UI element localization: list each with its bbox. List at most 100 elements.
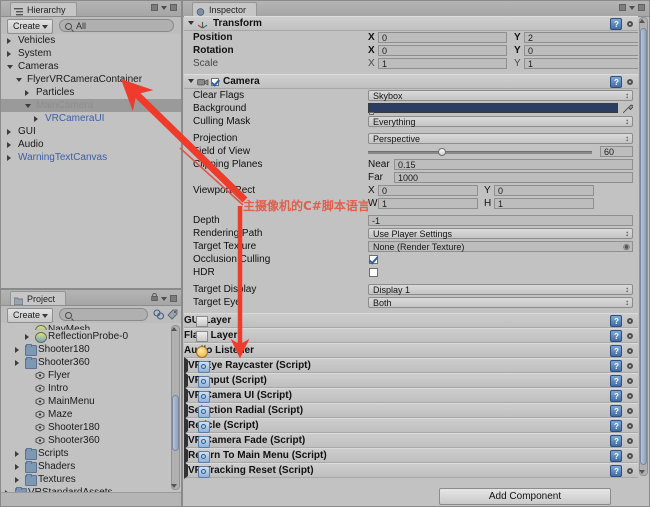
foldout-closed-icon[interactable] (15, 451, 19, 457)
target-eye-dropdown[interactable]: Both (368, 297, 633, 308)
background-color-swatch[interactable] (368, 103, 618, 115)
inspector-scrollbar[interactable] (639, 17, 648, 476)
hierarchy-item-vehicles[interactable]: Vehicles (1, 34, 181, 47)
hierarchy-item-cameras[interactable]: Cameras (1, 60, 181, 73)
viewport-x-input[interactable]: 0 (378, 185, 478, 196)
projection-dropdown[interactable]: Perspective (368, 133, 633, 144)
gear-icon[interactable] (625, 406, 635, 416)
help-icon[interactable] (610, 435, 622, 448)
help-icon[interactable] (610, 18, 622, 31)
hierarchy-item-particles[interactable]: Particles (1, 86, 181, 99)
gear-icon[interactable] (625, 451, 635, 461)
component-header-flare-layer[interactable]: Flare Layer (184, 328, 638, 343)
panel-menu-icon[interactable] (629, 5, 635, 10)
project-scrollbar-thumb[interactable] (172, 395, 179, 451)
foldout-closed-icon[interactable] (25, 90, 29, 96)
help-icon[interactable] (610, 420, 622, 433)
help-icon[interactable] (610, 405, 622, 418)
foldout-closed-icon[interactable] (7, 155, 11, 161)
camera-enabled-checkbox[interactable] (211, 78, 219, 86)
foldout-closed-icon[interactable] (15, 464, 19, 470)
component-header-return-to-main-menu[interactable]: Return To Main Menu (Script) (184, 447, 638, 464)
component-header-vr-tracking-reset[interactable]: VR Tracking Reset (Script) (184, 462, 638, 479)
hierarchy-tree[interactable]: Vehicles System Cameras FlyerVRCameraContai… (1, 34, 181, 288)
target-texture-objectfield[interactable]: None (Render Texture) (368, 241, 633, 252)
tab-hierarchy[interactable]: Hierarchy (10, 2, 77, 16)
project-item-mainmenu[interactable]: MainMenu (1, 395, 181, 408)
help-icon[interactable] (610, 465, 622, 478)
hierarchy-create-button[interactable]: Create (7, 19, 54, 34)
foldout-closed-icon[interactable] (15, 347, 19, 353)
target-display-dropdown[interactable]: Display 1 (368, 284, 633, 295)
filter-by-label-icon[interactable] (167, 309, 178, 323)
occlusion-culling-checkbox[interactable] (369, 255, 378, 264)
help-icon[interactable] (610, 76, 622, 89)
foldout-closed-icon[interactable] (15, 360, 19, 366)
foldout-closed-icon[interactable] (7, 129, 11, 135)
inspector-scrollbar-thumb[interactable] (640, 28, 647, 465)
lock-icon[interactable] (151, 4, 158, 11)
scroll-down-icon[interactable] (171, 484, 177, 488)
project-item-shooter180[interactable]: Shooter180 (1, 343, 181, 356)
project-item-shooter360[interactable]: Shooter360 (1, 434, 181, 447)
component-header-camera[interactable]: Camera (184, 74, 638, 89)
hierarchy-item-vrcameraui[interactable]: VRCameraUI (1, 112, 181, 125)
foldout-closed-icon[interactable] (15, 477, 19, 483)
culling-mask-dropdown[interactable]: Everything (368, 116, 633, 127)
project-item-textures[interactable]: Textures (1, 473, 181, 486)
project-item-shaders[interactable]: Shaders (1, 460, 181, 473)
foldout-closed-icon[interactable] (34, 116, 38, 122)
project-tree[interactable]: NavMesh ReflectionProbe-0 Shooter180 Shoote… (1, 323, 181, 492)
scroll-up-icon[interactable] (171, 327, 177, 331)
eyedropper-icon[interactable] (622, 103, 634, 114)
panel-menu-icon[interactable] (161, 5, 167, 10)
project-scrollbar[interactable] (171, 325, 180, 490)
gear-icon[interactable] (625, 77, 635, 87)
component-header-vr-input[interactable]: VR Input (Script) (184, 372, 638, 389)
scroll-up-icon[interactable] (639, 19, 645, 23)
project-create-button[interactable]: Create (7, 308, 54, 323)
gear-icon[interactable] (625, 466, 635, 476)
help-icon[interactable] (610, 330, 622, 343)
lock-icon[interactable] (619, 4, 626, 11)
hierarchy-item-maincamera[interactable]: MainCamera (1, 99, 181, 112)
foldout-closed-icon[interactable] (25, 334, 29, 340)
tab-inspector[interactable]: Inspector (192, 2, 258, 16)
project-item-reflectionprobe-0[interactable]: ReflectionProbe-0 (1, 330, 181, 343)
component-header-audio-listener[interactable]: Audio Listener (184, 343, 638, 358)
foldout-open-icon[interactable] (16, 78, 22, 82)
add-component-button[interactable]: Add Component (439, 488, 611, 505)
foldout-open-icon[interactable] (188, 79, 194, 83)
position-y-input[interactable]: 2 (524, 32, 638, 43)
project-search-input[interactable] (59, 308, 148, 321)
fov-slider-track[interactable] (368, 151, 592, 154)
gear-icon[interactable] (625, 361, 635, 371)
help-icon[interactable] (610, 450, 622, 463)
help-icon[interactable] (610, 345, 622, 358)
foldout-closed-icon[interactable] (7, 51, 11, 57)
tab-project[interactable]: Project (10, 291, 67, 306)
position-x-input[interactable]: 0 (378, 32, 507, 43)
scale-x-input[interactable]: 1 (378, 58, 507, 69)
panel-options-icon[interactable] (170, 295, 177, 302)
hierarchy-search-input[interactable]: All (59, 19, 174, 32)
fov-input[interactable]: 60 (600, 146, 633, 157)
component-header-selection-radial[interactable]: Selection Radial (Script) (184, 402, 638, 419)
depth-input[interactable]: -1 (368, 215, 633, 226)
scroll-down-icon[interactable] (639, 470, 645, 474)
foldout-open-icon[interactable] (25, 104, 31, 108)
project-item-navmesh[interactable]: NavMesh (1, 323, 181, 330)
rotation-y-input[interactable]: 0 (524, 45, 638, 56)
foldout-open-icon[interactable] (188, 21, 194, 25)
rotation-x-input[interactable]: 0 (378, 45, 507, 56)
component-header-gui-layer[interactable]: GUI Layer (184, 313, 638, 328)
rendering-path-dropdown[interactable]: Use Player Settings (368, 228, 633, 239)
gear-icon[interactable] (625, 346, 635, 356)
foldout-open-icon[interactable] (7, 65, 13, 69)
gear-icon[interactable] (625, 376, 635, 386)
panel-options-icon[interactable] (170, 4, 177, 11)
component-header-reticle[interactable]: Reticle (Script) (184, 417, 638, 434)
help-icon[interactable] (610, 390, 622, 403)
scale-y-input[interactable]: 1 (524, 58, 638, 69)
viewport-y-input[interactable]: 0 (494, 185, 594, 196)
